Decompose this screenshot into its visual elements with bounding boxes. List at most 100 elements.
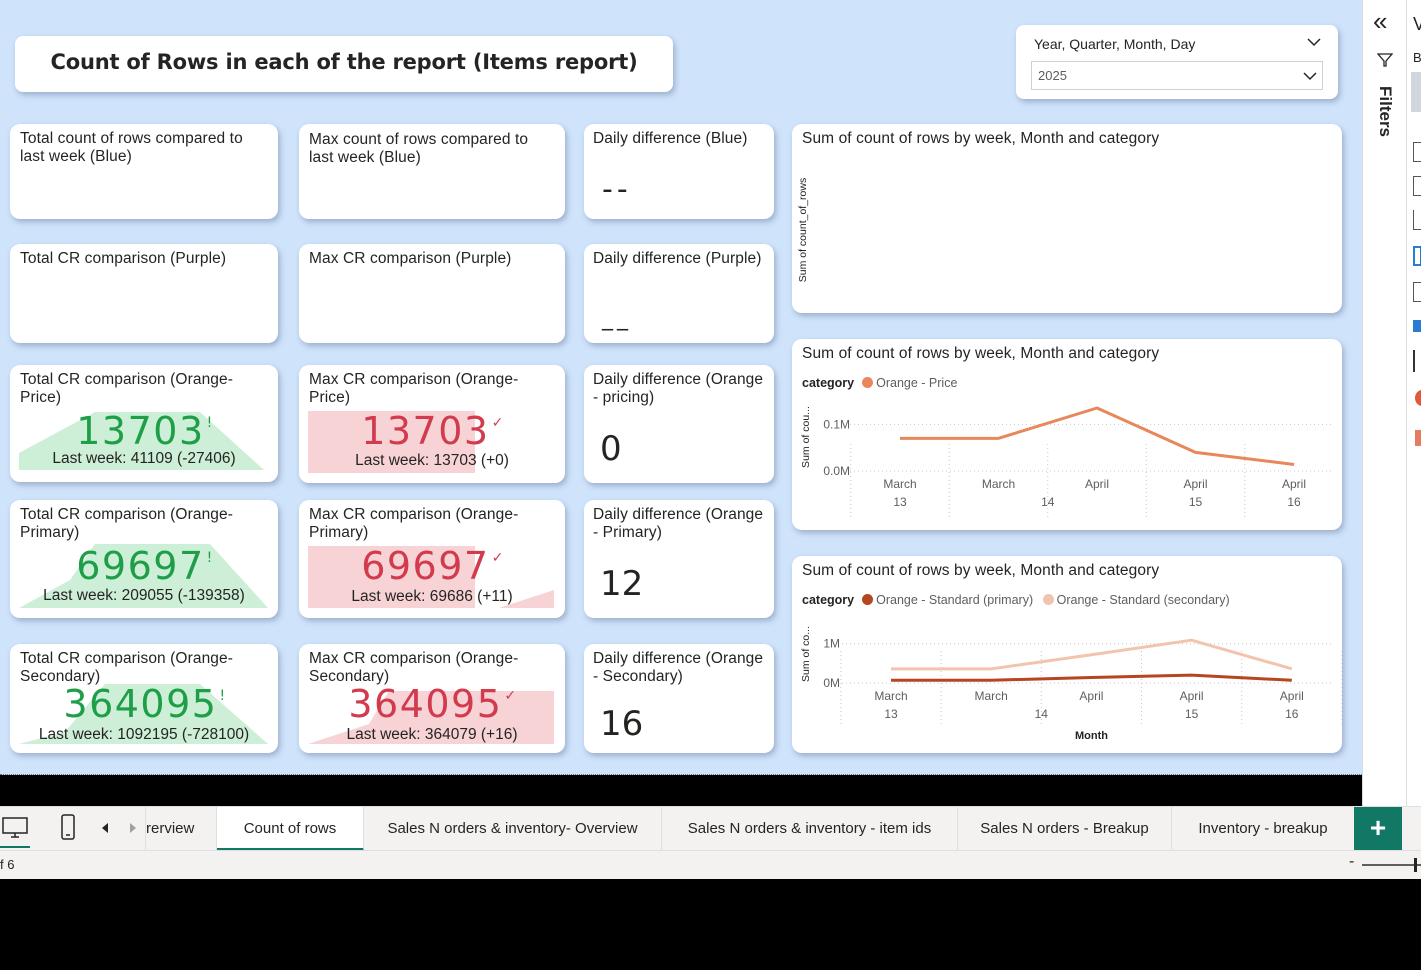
- x-tick-label-week: 16: [1285, 707, 1299, 721]
- matrix-icon[interactable]: [1415, 430, 1421, 446]
- x-tick-label-month: March: [982, 477, 1015, 491]
- card-price-total[interactable]: Total CR comparison (Orange-Price) 13703…: [10, 365, 278, 482]
- card-title: Total count of rows compared to last wee…: [20, 130, 243, 165]
- line-chart-icon[interactable]: [1413, 246, 1421, 266]
- x-tick-label-month: April: [1180, 689, 1204, 703]
- chevron-down-icon[interactable]: [1303, 71, 1317, 81]
- page-indicator: f 6: [0, 857, 15, 872]
- x-tick-label-week: 13: [884, 707, 898, 721]
- card-purple-daily[interactable]: Daily difference (Purple) __: [584, 244, 774, 343]
- right-pane: « Filters V B: [1362, 0, 1421, 850]
- slicer-dropdown[interactable]: 2025: [1031, 61, 1323, 90]
- tab-sales-item-ids[interactable]: Sales N orders & inventory - item ids: [662, 807, 958, 851]
- card-title: Daily difference (Purple): [593, 250, 762, 267]
- last-week-text: Last week: 69686 (+11): [351, 588, 513, 605]
- card-title: Max count of rows compared to last week …: [309, 131, 529, 166]
- x-tick-label-month: April: [1085, 477, 1109, 491]
- card-price-daily[interactable]: Daily difference (Orange - pricing) 0: [584, 365, 774, 483]
- x-tick-label-week: 15: [1189, 495, 1203, 509]
- filters-pane-label[interactable]: Filters: [1375, 86, 1395, 137]
- card-title: Max CR comparison (Orange-Primary): [309, 506, 519, 541]
- last-week-text: Last week: 41109 (-27406): [52, 450, 236, 467]
- desktop-layout-icon[interactable]: [2, 815, 28, 841]
- series-line-1: [891, 638, 1293, 671]
- report-canvas: Count of Rows in each of the report (Ite…: [0, 0, 1362, 775]
- card-secondary-total[interactable]: Total CR comparison (Orange-Secondary) 3…: [10, 644, 278, 753]
- card-purple-max[interactable]: Max CR comparison (Purple): [299, 244, 565, 343]
- filter-icon[interactable]: [1377, 52, 1393, 68]
- tab-inventory-breakup[interactable]: Inventory - breakup: [1172, 807, 1354, 851]
- card-secondary-max[interactable]: Max CR comparison (Orange-Secondary) 364…: [299, 644, 565, 753]
- desktop-layout-underline: [0, 846, 30, 848]
- card-title: Total CR comparison (Purple): [20, 250, 227, 267]
- area-chart-icon[interactable]: [1413, 282, 1421, 302]
- line-chart-price[interactable]: Sum of count of rows by week, Month and …: [792, 339, 1342, 530]
- card-primary-total[interactable]: Total CR comparison (Orange-Primary) 696…: [10, 500, 278, 618]
- stacked-bar-icon[interactable]: [1413, 176, 1421, 196]
- zoom-slider[interactable]: [1362, 858, 1421, 872]
- card-purple-total[interactable]: Total CR comparison (Purple): [10, 244, 278, 343]
- card-title: Daily difference (Orange - pricing): [593, 371, 764, 406]
- table-icon[interactable]: [1411, 72, 1421, 112]
- y-tick-label: 0M: [823, 676, 840, 690]
- mobile-layout-icon[interactable]: [60, 813, 76, 841]
- slicer-label: Year, Quarter, Month, Day: [1034, 36, 1196, 52]
- card-blue-daily[interactable]: Daily difference (Blue) --: [584, 124, 774, 219]
- card-title: Max CR comparison (Orange-Price): [309, 371, 519, 406]
- card-secondary-daily[interactable]: Daily difference (Orange - Secondary) 16: [584, 644, 774, 753]
- x-tick-label-month: April: [1280, 689, 1304, 703]
- last-week-text: Last week: 209055 (-139358): [43, 587, 245, 604]
- scroll-right-icon[interactable]: [128, 822, 138, 834]
- daily-difference-value: 16: [600, 704, 644, 744]
- zoom-slider-thumb[interactable]: [1414, 858, 1417, 872]
- add-page-button[interactable]: +: [1354, 807, 1402, 851]
- card-price-max[interactable]: Max CR comparison (Orange-Price) 13703 ✓ …: [299, 365, 565, 483]
- x-tick-label-month: April: [1079, 689, 1103, 703]
- column-chart-icon[interactable]: [1413, 210, 1421, 230]
- tab-count-of-rows[interactable]: Count of rows: [217, 807, 364, 851]
- kpi-value: 69697!: [76, 544, 214, 588]
- collapse-icon[interactable]: «: [1373, 6, 1387, 36]
- chevron-down-icon[interactable]: [1307, 37, 1321, 47]
- daily-difference-value: 12: [600, 564, 644, 604]
- ribbon-chart-icon[interactable]: [1413, 320, 1421, 332]
- line-chart-standard[interactable]: Sum of count of rows by week, Month and …: [792, 556, 1342, 753]
- x-tick-label-week: 14: [1041, 495, 1055, 509]
- y-axis-label: Sum of count_of_rows: [797, 177, 809, 283]
- x-tick-label-month: March: [874, 689, 907, 703]
- card-title: Max CR comparison (Orange-Secondary): [309, 650, 519, 685]
- bar-chart-icon[interactable]: [1413, 142, 1421, 162]
- daily-difference-value: __: [602, 306, 632, 331]
- line-chart-blue[interactable]: Sum of count of rows by week, Month and …: [792, 124, 1342, 313]
- y-tick-label: 0.1M: [823, 417, 850, 431]
- tab-sales-breakup[interactable]: Sales N orders - Breakup: [958, 807, 1172, 851]
- scroll-left-icon[interactable]: [100, 822, 110, 834]
- visualizations-pane-letter[interactable]: V: [1413, 14, 1421, 35]
- date-slicer[interactable]: Year, Quarter, Month, Day 2025: [1016, 25, 1338, 99]
- card-blue-total[interactable]: Total count of rows compared to last wee…: [10, 124, 278, 219]
- visual-icon-strip[interactable]: [1411, 70, 1421, 670]
- daily-difference-value: 0: [600, 429, 622, 469]
- tab-overview[interactable]: rerview: [146, 807, 217, 851]
- build-label-letter: B: [1413, 50, 1421, 65]
- card-title: Daily difference (Blue): [593, 130, 748, 147]
- x-tick-label-month: April: [1282, 477, 1306, 491]
- waterfall-icon[interactable]: [1413, 350, 1421, 372]
- kpi-value: 13703!: [76, 409, 214, 453]
- series-line-0: [891, 673, 1292, 682]
- last-week-text: Last week: 13703 (+0): [355, 452, 509, 469]
- tab-sales-overview[interactable]: Sales N orders & inventory- Overview: [364, 807, 662, 851]
- x-tick-label-month: March: [883, 477, 916, 491]
- card-title: Total CR comparison (Orange-Secondary): [20, 650, 233, 685]
- kpi-value: 364095 ✓: [348, 682, 518, 726]
- chart-title: Sum of count of rows by week, Month and …: [802, 130, 1160, 147]
- zoom-out-button[interactable]: -: [1349, 853, 1354, 871]
- y-tick-label: 0.0M: [823, 464, 850, 478]
- kpi-value: 69697 ✓: [361, 544, 505, 588]
- card-primary-max[interactable]: Max CR comparison (Orange-Primary) 69697…: [299, 500, 565, 618]
- report-title-card: Count of Rows in each of the report (Ite…: [15, 36, 673, 92]
- card-primary-daily[interactable]: Daily difference (Orange - Primary) 12: [584, 500, 774, 618]
- card-blue-max[interactable]: Max count of rows compared to last week …: [299, 124, 565, 219]
- pie-chart-icon[interactable]: [1415, 390, 1421, 406]
- card-title: Daily difference (Orange - Primary): [593, 506, 764, 541]
